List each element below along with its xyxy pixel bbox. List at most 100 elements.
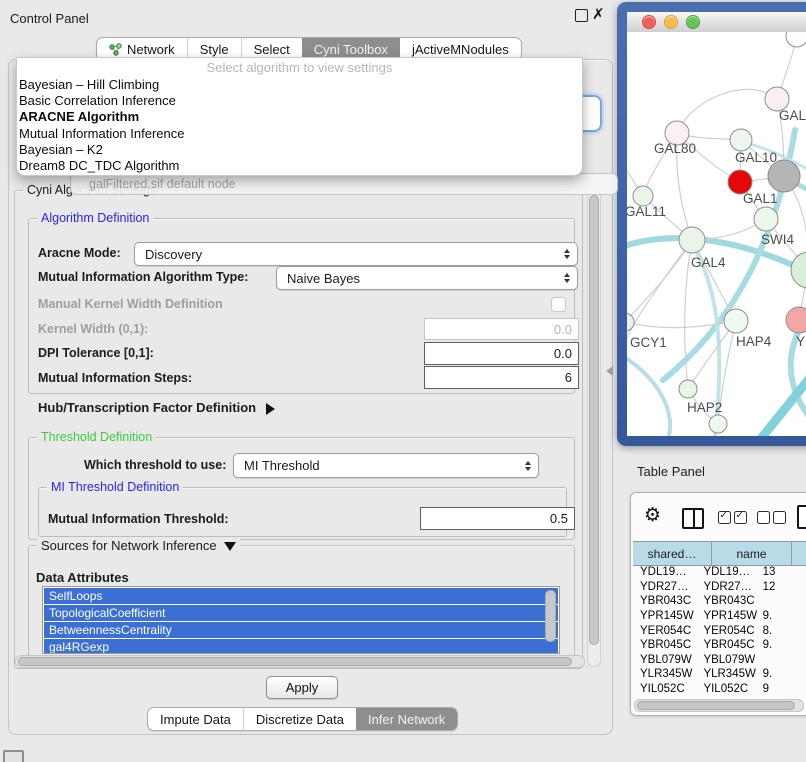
table-cell: 9 — [761, 683, 806, 695]
kernel-width-input[interactable]: 0.0 — [424, 318, 579, 340]
mi-algorithm-type-label: Mutual Information Algorithm Type: — [38, 270, 248, 284]
network-view[interactable]: GALGAL80GAL10GAL1GAL11SWI4GAL4GCY1HAP4YH… — [627, 32, 806, 436]
menu-item-dream8-dc-tdc-algorithm[interactable]: Dream8 DC_TDC Algorithm — [17, 158, 582, 174]
minimized-panel-icon[interactable] — [3, 750, 24, 762]
table-cell: YDR27… — [633, 581, 696, 593]
zoom-window-icon[interactable] — [686, 15, 700, 29]
settings-scrollbar[interactable] — [587, 191, 601, 667]
node-label-gal11: GAL11 — [627, 204, 666, 219]
node-label-gal80: GAL80 — [654, 141, 696, 156]
network-node-gal11[interactable] — [633, 186, 653, 206]
tab-infer-network[interactable]: Infer Network — [356, 708, 457, 730]
gear-icon[interactable]: ⚙ — [644, 506, 661, 525]
close-window-icon[interactable] — [642, 15, 656, 29]
column-header-shared[interactable]: shared… — [633, 542, 712, 565]
table-row[interactable]: YBR043CYBR043C — [633, 594, 806, 609]
float-window-button[interactable] — [575, 9, 588, 22]
node-label-gal4: GAL4 — [691, 255, 726, 270]
attributes-list-scrollbar-thumb[interactable] — [545, 590, 556, 642]
network-node[interactable] — [791, 252, 806, 288]
table-data-combo[interactable]: galFiltered.sif default node — [70, 173, 618, 195]
network-nodes: GALGAL80GAL10GAL1GAL11SWI4GAL4GCY1HAP4YH… — [627, 32, 806, 433]
table-cell: 9. — [761, 639, 806, 651]
aracne-mode-label: Aracne Mode: — [38, 246, 121, 260]
spinner-arrows-icon — [564, 273, 577, 283]
network-node-y[interactable] — [786, 307, 806, 333]
mi-steps-input[interactable]: 6 — [424, 366, 579, 389]
table-hscrollbar-thumb[interactable] — [637, 701, 795, 710]
expanded-arrow-icon — [224, 542, 236, 551]
settings-hscrollbar-thumb[interactable] — [18, 657, 572, 666]
menu-item-aracne-algorithm[interactable]: ARACNE Algorithm — [17, 109, 582, 125]
mi-algorithm-type-select[interactable]: Naive Bayes — [276, 266, 578, 290]
hub-definition-toggle[interactable]: Hub/Transcription Factor Definition — [38, 400, 275, 415]
minimize-window-icon[interactable] — [664, 15, 678, 29]
table-row[interactable]: YLR345WYLR345W9. — [633, 667, 806, 682]
tab-discretize-data[interactable]: Discretize Data — [243, 708, 356, 730]
checked-box-icon — [718, 511, 731, 524]
settings-hscrollbar[interactable] — [15, 655, 585, 668]
select-all-checkboxes-icon[interactable] — [718, 511, 747, 524]
table-row[interactable]: YPR145WYPR145W9. — [633, 609, 806, 624]
network-node-hap2[interactable] — [679, 380, 697, 398]
screen: Control Panel ✗ NetworkStyleSelectCyni T… — [0, 0, 806, 762]
node-label-gal10: GAL10 — [735, 150, 777, 165]
table-row[interactable]: YER054CYER054C8. — [633, 623, 806, 638]
tab-impute-data[interactable]: Impute Data — [148, 708, 243, 730]
network-node[interactable] — [786, 32, 806, 47]
tab-label: Cyni Toolbox — [314, 42, 388, 57]
network-node-gal10[interactable] — [730, 129, 752, 151]
network-node-gal4[interactable] — [679, 227, 705, 253]
manual-kernel-width-checkbox[interactable] — [551, 297, 566, 312]
menu-item-bayesian-hill-climbing[interactable]: Bayesian – Hill Climbing — [17, 77, 582, 93]
which-threshold-label: Which threshold to use: — [84, 458, 226, 472]
network-node-hap4[interactable] — [724, 309, 748, 333]
panel-divider-arrow-icon[interactable] — [606, 366, 613, 376]
network-icon — [109, 43, 122, 56]
table-cell: 13 — [761, 566, 806, 578]
network-node[interactable] — [709, 415, 727, 433]
attribute-item-topologicalcoefficient[interactable]: TopologicalCoefficient — [44, 605, 558, 621]
network-window-titlebar[interactable] — [627, 12, 806, 33]
attribute-item-gal4rgexp[interactable]: gal4RGexp — [44, 639, 558, 654]
table-row[interactable]: YIL052CYIL052C9 — [633, 682, 806, 697]
tab-label: Network — [127, 42, 175, 57]
aracne-mode-select[interactable]: Discovery — [134, 242, 578, 266]
checked-box-icon — [734, 511, 747, 524]
mi-algorithm-type-value: Naive Bayes — [287, 271, 360, 286]
network-node[interactable] — [768, 160, 800, 192]
data-attributes-list[interactable]: SelfLoopsTopologicalCoefficientBetweenne… — [42, 586, 560, 654]
sources-group-title[interactable]: Sources for Network Inference — [37, 538, 240, 553]
table-row[interactable]: YBL079WYBL079W — [633, 653, 806, 668]
table-row[interactable]: YBR045CYBR045C9. — [633, 638, 806, 653]
close-panel-button[interactable]: ✗ — [592, 5, 605, 23]
menu-item-bayesian-k2[interactable]: Bayesian – K2 — [17, 142, 582, 158]
table-cell: YBR045C — [633, 639, 696, 651]
deselect-all-checkboxes-icon[interactable] — [757, 511, 786, 524]
table-hscrollbar[interactable] — [634, 699, 804, 712]
dpi-tolerance-value: 0.0 — [554, 346, 572, 361]
table-row[interactable]: YDR27…YDR27…12 — [633, 580, 806, 595]
algorithm-dropdown: Select algorithm to view settings Bayesi… — [16, 57, 583, 176]
network-node-swi4[interactable] — [754, 207, 778, 231]
algorithm-dropdown-items: Bayesian – Hill ClimbingBasic Correlatio… — [17, 77, 582, 174]
dpi-tolerance-input[interactable]: 0.0 — [424, 342, 579, 365]
settings-scrollbar-thumb[interactable] — [589, 195, 599, 645]
column-header-name[interactable]: name — [712, 542, 792, 565]
tab-label: Style — [200, 42, 229, 57]
apply-button[interactable]: Apply — [266, 676, 338, 699]
column-header-a[interactable]: A — [792, 542, 806, 565]
column-layout-icon[interactable] — [682, 508, 704, 529]
attribute-item-betweennesscentrality[interactable]: BetweennessCentrality — [44, 622, 558, 638]
table-row[interactable]: YDL19…YDL19…13 — [633, 565, 806, 580]
menu-item-basic-correlation-inference[interactable]: Basic Correlation Inference — [17, 93, 582, 109]
table-cell: YDL19… — [633, 566, 696, 578]
mi-steps-value: 6 — [565, 370, 572, 385]
mi-threshold-input[interactable]: 0.5 — [420, 507, 575, 530]
attribute-item-selfloops[interactable]: SelfLoops — [44, 588, 558, 604]
network-node-gcy1[interactable] — [627, 313, 634, 331]
table-cell: YDR27… — [696, 581, 760, 593]
which-threshold-select[interactable]: MI Threshold — [233, 453, 539, 478]
document-icon[interactable] — [797, 505, 806, 529]
menu-item-mutual-information-inference[interactable]: Mutual Information Inference — [17, 126, 582, 142]
